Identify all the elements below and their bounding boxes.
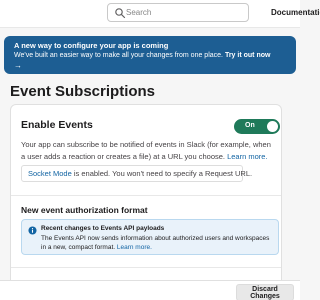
discard-changes-button[interactable]: Discard Changes xyxy=(236,284,294,300)
socket-mode-link[interactable]: Socket Mode xyxy=(28,169,72,178)
search-input[interactable] xyxy=(126,5,244,20)
notice-learn-more-link[interactable]: Learn more. xyxy=(117,244,152,251)
notice-body: The Events API now sends information abo… xyxy=(41,234,276,252)
page-title: Event Subscriptions xyxy=(10,83,156,100)
footer-bar: Discard Changes xyxy=(0,280,300,300)
event-subscriptions-card: Enable Events On Your app can subscribe … xyxy=(10,104,282,300)
authorization-format-title: New event authorization format xyxy=(21,205,148,215)
search-icon xyxy=(115,8,126,19)
enable-events-title: Enable Events xyxy=(21,119,93,131)
toggle-knob xyxy=(267,121,278,132)
socket-mode-note: Socket Mode is enabled. You won't need t… xyxy=(21,165,252,182)
banner-text: We've built an easier way to make all yo… xyxy=(14,52,223,59)
info-icon xyxy=(28,226,37,235)
notice-text: The Events API now sends information abo… xyxy=(41,235,270,251)
top-bar: Documentation xyxy=(0,0,320,28)
banner-title: A new way to configure your app is comin… xyxy=(14,41,169,50)
banner-body: We've built an easier way to make all yo… xyxy=(14,51,286,61)
migration-banner: A new way to configure your app is comin… xyxy=(4,36,296,74)
section-divider xyxy=(11,195,281,196)
search-box[interactable] xyxy=(107,3,249,22)
socket-mode-text: is enabled. You won't need to specify a … xyxy=(71,169,253,178)
learn-more-link[interactable]: Learn more. xyxy=(227,152,267,161)
arrow-right-icon[interactable]: → xyxy=(14,61,286,70)
payload-changes-notice: Recent changes to Events API payloads Th… xyxy=(21,219,279,255)
notice-title: Recent changes to Events API payloads xyxy=(41,225,165,232)
section-divider-bottom xyxy=(11,267,281,268)
documentation-link[interactable]: Documentation xyxy=(271,8,320,17)
enable-events-toggle[interactable]: On xyxy=(234,119,280,134)
enable-events-description: Your app can subscribe to be notified of… xyxy=(21,139,277,163)
try-it-out-link[interactable]: Try it out now xyxy=(225,52,271,59)
toggle-on-label: On xyxy=(245,122,255,129)
